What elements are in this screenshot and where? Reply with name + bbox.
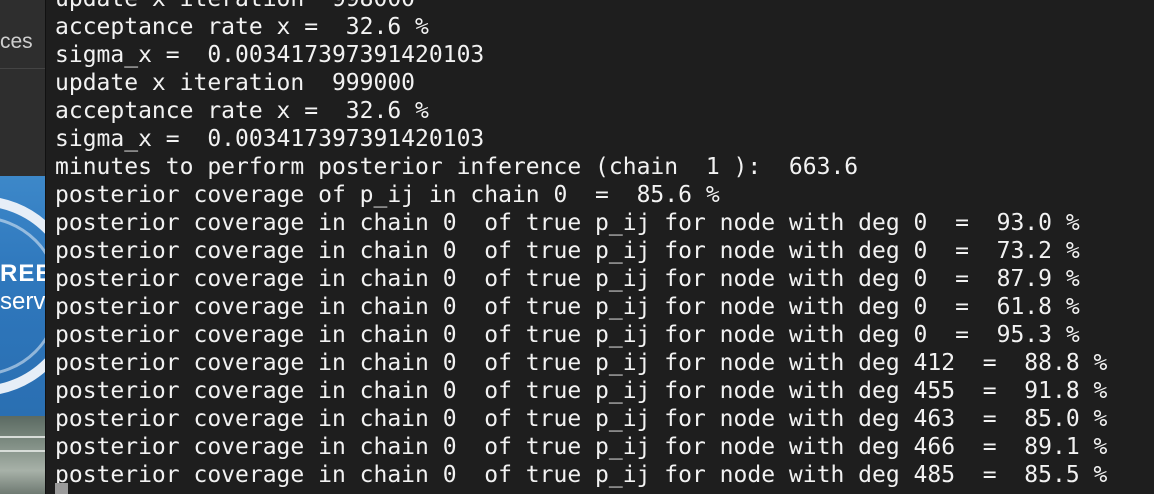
screen: ces REE serv update x iteration 998000ac… — [0, 0, 1154, 494]
banner-image: REE serv — [0, 176, 46, 416]
terminal-line: update x iteration 998000 — [55, 0, 1107, 13]
terminal-line: minutes to perform posterior inference (… — [55, 154, 859, 180]
terminal-line: sigma_x = 0.003417397391420103 — [55, 42, 485, 68]
terminal-line: acceptance rate x = 32.6 % — [55, 14, 429, 40]
background-window-label: ces — [0, 30, 33, 53]
terminal-line: posterior coverage in chain 0 of true p_… — [55, 322, 1080, 348]
photo-thumbnail — [0, 416, 46, 494]
terminal-line: update x iteration 999000 — [55, 70, 416, 96]
terminal-line: posterior coverage in chain 0 of true p_… — [55, 462, 1108, 488]
terminal-line: sigma_x = 0.003417397391420103 — [55, 126, 485, 152]
terminal-line: acceptance rate x = 32.6 % — [55, 98, 429, 124]
terminal-window[interactable]: update x iteration 998000acceptance rate… — [46, 0, 1154, 494]
terminal-line: posterior coverage in chain 0 of true p_… — [55, 378, 1108, 404]
background-window[interactable]: ces REE serv — [0, 0, 46, 494]
terminal-line: posterior coverage in chain 0 of true p_… — [55, 266, 1080, 292]
terminal-output: update x iteration 998000acceptance rate… — [55, 0, 1107, 489]
banner-text-secondary: serv — [0, 288, 46, 315]
terminal-line: posterior coverage in chain 0 of true p_… — [55, 294, 1080, 320]
terminal-line: posterior coverage in chain 0 of true p_… — [55, 238, 1080, 264]
terminal-line: posterior coverage of p_ij in chain 0 = … — [55, 182, 720, 208]
divider — [0, 68, 46, 69]
background-window-sidebar: ces — [0, 0, 46, 176]
terminal-line: posterior coverage in chain 0 of true p_… — [55, 434, 1108, 460]
terminal-cursor — [55, 483, 68, 494]
photo-detail — [0, 450, 46, 452]
terminal-line: posterior coverage in chain 0 of true p_… — [55, 406, 1108, 432]
banner-text-primary: REE — [0, 260, 46, 287]
terminal-line: posterior coverage in chain 0 of true p_… — [55, 210, 1080, 236]
photo-detail — [0, 436, 46, 438]
terminal-line: posterior coverage in chain 0 of true p_… — [55, 350, 1108, 376]
